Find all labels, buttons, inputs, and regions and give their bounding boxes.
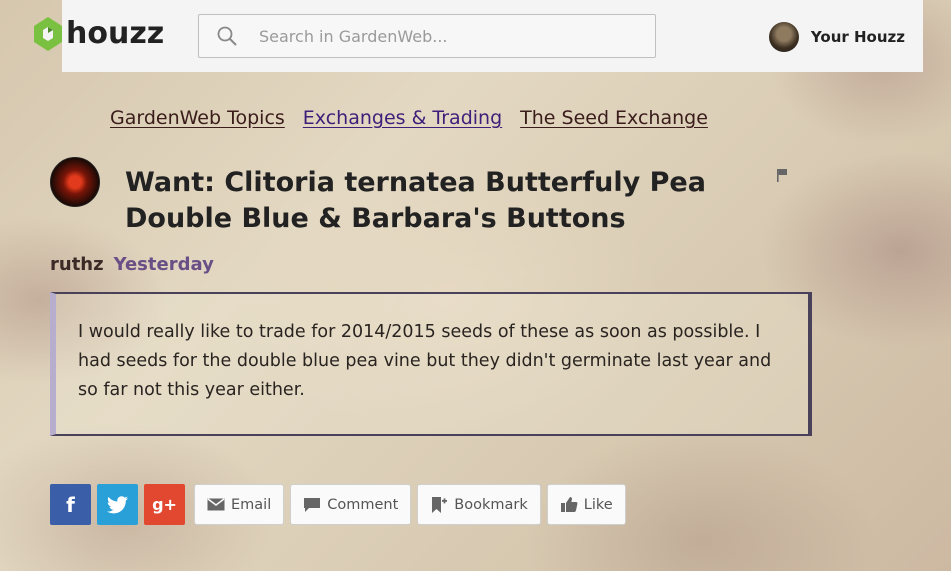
flag-icon[interactable] bbox=[776, 168, 788, 182]
share-bar: f g+ Email Comment Bookmark Like bbox=[50, 484, 626, 525]
houzz-logo-icon bbox=[34, 16, 62, 51]
search-icon bbox=[217, 26, 237, 46]
like-label: Like bbox=[583, 496, 613, 513]
post-body-box: I would really like to trade for 2014/20… bbox=[50, 292, 812, 436]
facebook-icon: f bbox=[66, 492, 75, 517]
user-label[interactable]: Your Houzz bbox=[811, 28, 905, 46]
email-label: Email bbox=[231, 496, 272, 513]
email-icon bbox=[207, 498, 225, 511]
like-icon bbox=[560, 497, 578, 512]
breadcrumb: GardenWeb Topics Exchanges & Trading The… bbox=[110, 107, 708, 129]
post-body-text: I would really like to trade for 2014/20… bbox=[78, 322, 772, 400]
twitter-share-button[interactable] bbox=[97, 484, 138, 525]
logo-text: houzz bbox=[66, 16, 165, 51]
like-button[interactable]: Like bbox=[546, 484, 626, 525]
top-header: houzz Your Houzz bbox=[34, 0, 923, 72]
facebook-share-button[interactable]: f bbox=[50, 484, 91, 525]
post-title: Want: Clitoria ternatea Butterfuly Pea D… bbox=[125, 167, 706, 234]
bookmark-label: Bookmark bbox=[454, 496, 528, 513]
post-meta: ruthz Yesterday bbox=[50, 254, 214, 275]
breadcrumb-gardenweb-topics[interactable]: GardenWeb Topics bbox=[110, 107, 285, 129]
post-date: Yesterday bbox=[113, 254, 214, 275]
search-input[interactable] bbox=[257, 25, 641, 47]
comment-icon bbox=[304, 497, 321, 512]
email-button[interactable]: Email bbox=[194, 484, 285, 525]
google-plus-icon: g+ bbox=[152, 495, 177, 514]
user-avatar[interactable] bbox=[768, 22, 799, 52]
twitter-icon bbox=[106, 495, 128, 513]
google-plus-share-button[interactable]: g+ bbox=[144, 484, 185, 525]
author-avatar[interactable] bbox=[50, 157, 100, 207]
houzz-logo[interactable]: houzz bbox=[34, 16, 164, 51]
comment-button[interactable]: Comment bbox=[290, 484, 412, 525]
breadcrumb-seed-exchange[interactable]: The Seed Exchange bbox=[520, 107, 708, 129]
breadcrumb-exchanges-trading[interactable]: Exchanges & Trading bbox=[303, 107, 502, 129]
author-name[interactable]: ruthz bbox=[50, 254, 104, 275]
search-box[interactable] bbox=[198, 14, 656, 58]
bookmark-button[interactable]: Bookmark bbox=[417, 484, 541, 525]
bookmark-icon bbox=[432, 496, 448, 513]
comment-label: Comment bbox=[327, 496, 399, 513]
user-menu[interactable]: Your Houzz bbox=[768, 22, 905, 52]
